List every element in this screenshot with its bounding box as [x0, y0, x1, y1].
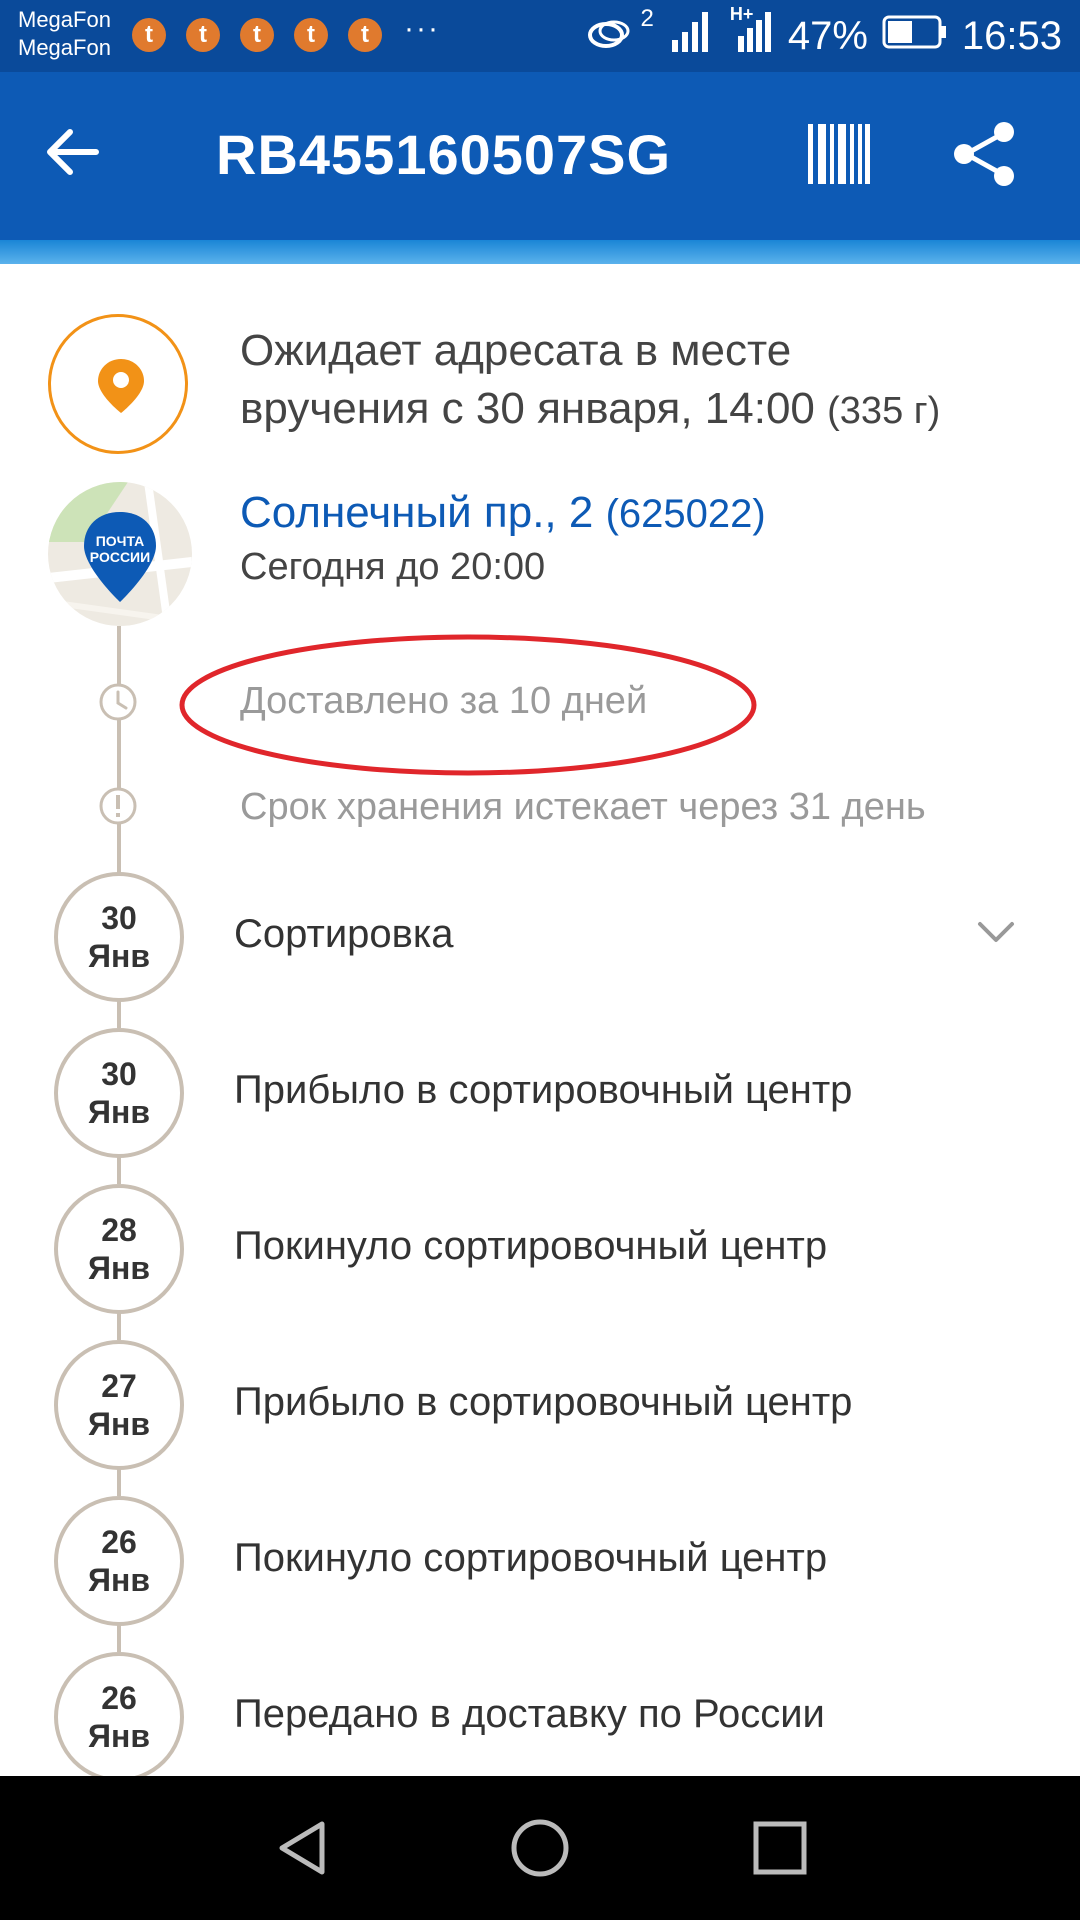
notification-icon: t	[186, 18, 220, 52]
event-row[interactable]: 26 Янв Покинуло сортировочный центр	[0, 1496, 1080, 1632]
location-pin-icon	[98, 359, 144, 413]
nav-back-icon[interactable]	[272, 1818, 332, 1878]
parcel-weight: (335 г)	[827, 390, 941, 432]
event-day: 26	[101, 1680, 137, 1716]
app-bar: RB455160507SG	[0, 72, 1080, 240]
mobile-data-icon: H+	[730, 4, 774, 62]
share-icon	[954, 122, 1014, 186]
event-month: Янв	[88, 1562, 150, 1598]
event-row[interactable]: 27 Янв Прибыло в сортировочный центр	[0, 1340, 1080, 1476]
app-bar-shadow	[0, 240, 1080, 264]
post-office-map[interactable]: ПОЧТА РОССИИ	[48, 482, 192, 626]
event-label: Покинуло сортировочный центр	[234, 1224, 828, 1268]
notification-icon: t	[240, 18, 274, 52]
event-row[interactable]: 30 Янв Прибыло в сортировочный центр	[0, 1028, 1080, 1164]
event-date: 26 Янв	[54, 1496, 184, 1626]
notification-icon: t	[348, 18, 382, 52]
storage-expiry-text: Срок хранения истекает через 31 день	[240, 786, 926, 828]
event-day: 27	[101, 1368, 137, 1404]
carrier-1: MegaFon	[18, 7, 111, 32]
status-line-2: вручения с 30 января, 14:00	[240, 384, 815, 433]
tracking-number-title: RB455160507SG	[216, 123, 672, 186]
status-bar: MegaFon MegaFon t t t t t ··· 2 H+ 47% 1…	[0, 0, 1080, 72]
event-date: 26 Янв	[54, 1652, 184, 1782]
event-day: 30	[101, 1056, 137, 1092]
signal-icon	[671, 10, 716, 62]
notification-icon: t	[294, 18, 328, 52]
event-row[interactable]: 28 Янв Покинуло сортировочный центр	[0, 1184, 1080, 1320]
address-text[interactable]: Солнечный пр., 2	[240, 488, 593, 537]
event-label: Покинуло сортировочный центр	[234, 1536, 828, 1580]
system-nav-bar	[0, 1776, 1080, 1920]
event-row[interactable]: 30 Янв Сортировка	[0, 872, 1080, 1008]
more-notifications-icon: ···	[404, 12, 440, 45]
nav-home-icon[interactable]	[510, 1818, 570, 1878]
event-label: Прибыло в сортировочный центр	[234, 1380, 853, 1424]
carrier-names: MegaFon MegaFon	[18, 6, 111, 62]
status-line-1: Ожидает адресата в месте	[240, 326, 792, 375]
notification-icon: t	[132, 18, 166, 52]
logo-text-2: РОССИИ	[90, 549, 150, 565]
chevron-down-icon[interactable]	[976, 918, 1016, 948]
timeline-line	[117, 626, 121, 886]
event-label: Сортировка	[234, 912, 454, 956]
event-month: Янв	[88, 1718, 150, 1754]
event-month: Янв	[88, 1094, 150, 1130]
network-type: H+	[729, 4, 754, 24]
event-month: Янв	[88, 938, 150, 974]
clock-icon	[99, 683, 137, 721]
carrier-2: MegaFon	[18, 35, 111, 60]
battery-icon	[882, 14, 948, 59]
alert-icon	[99, 787, 137, 825]
event-day: 30	[101, 900, 137, 936]
russian-post-logo: ПОЧТА РОССИИ	[84, 512, 156, 602]
share-button[interactable]	[952, 122, 1016, 191]
event-date: 30 Янв	[54, 872, 184, 1002]
back-button[interactable]	[44, 128, 100, 181]
event-date: 27 Янв	[54, 1340, 184, 1470]
logo-text-1: ПОЧТА	[96, 533, 145, 549]
status-icon-circle	[48, 314, 188, 454]
sync-icon: 2	[586, 5, 654, 61]
event-month: Янв	[88, 1406, 150, 1442]
office-hours: Сегодня до 20:00	[240, 546, 546, 588]
event-day: 26	[101, 1524, 137, 1560]
battery-percent: 47%	[787, 13, 868, 58]
delivery-status: Ожидает адресата в месте вручения с 30 я…	[240, 322, 1040, 440]
nav-recents-icon[interactable]	[750, 1818, 810, 1878]
event-month: Янв	[88, 1250, 150, 1286]
barcode-button[interactable]	[808, 124, 870, 189]
event-row[interactable]: 26 Янв Передано в доставку по России	[0, 1652, 1080, 1788]
post-office-address[interactable]: Солнечный пр., 2 (625022)	[240, 488, 766, 538]
event-label: Передано в доставку по России	[234, 1692, 825, 1736]
event-date: 30 Янв	[54, 1028, 184, 1158]
red-highlight-annotation	[179, 634, 757, 776]
barcode-icon	[808, 124, 870, 184]
arrow-left-icon	[47, 129, 99, 175]
clock: 16:53	[961, 13, 1062, 58]
event-date: 28 Янв	[54, 1184, 184, 1314]
postal-code[interactable]: (625022)	[606, 492, 766, 536]
event-label: Прибыло в сортировочный центр	[234, 1068, 853, 1112]
sync-count: 2	[640, 5, 654, 32]
event-day: 28	[101, 1212, 137, 1248]
